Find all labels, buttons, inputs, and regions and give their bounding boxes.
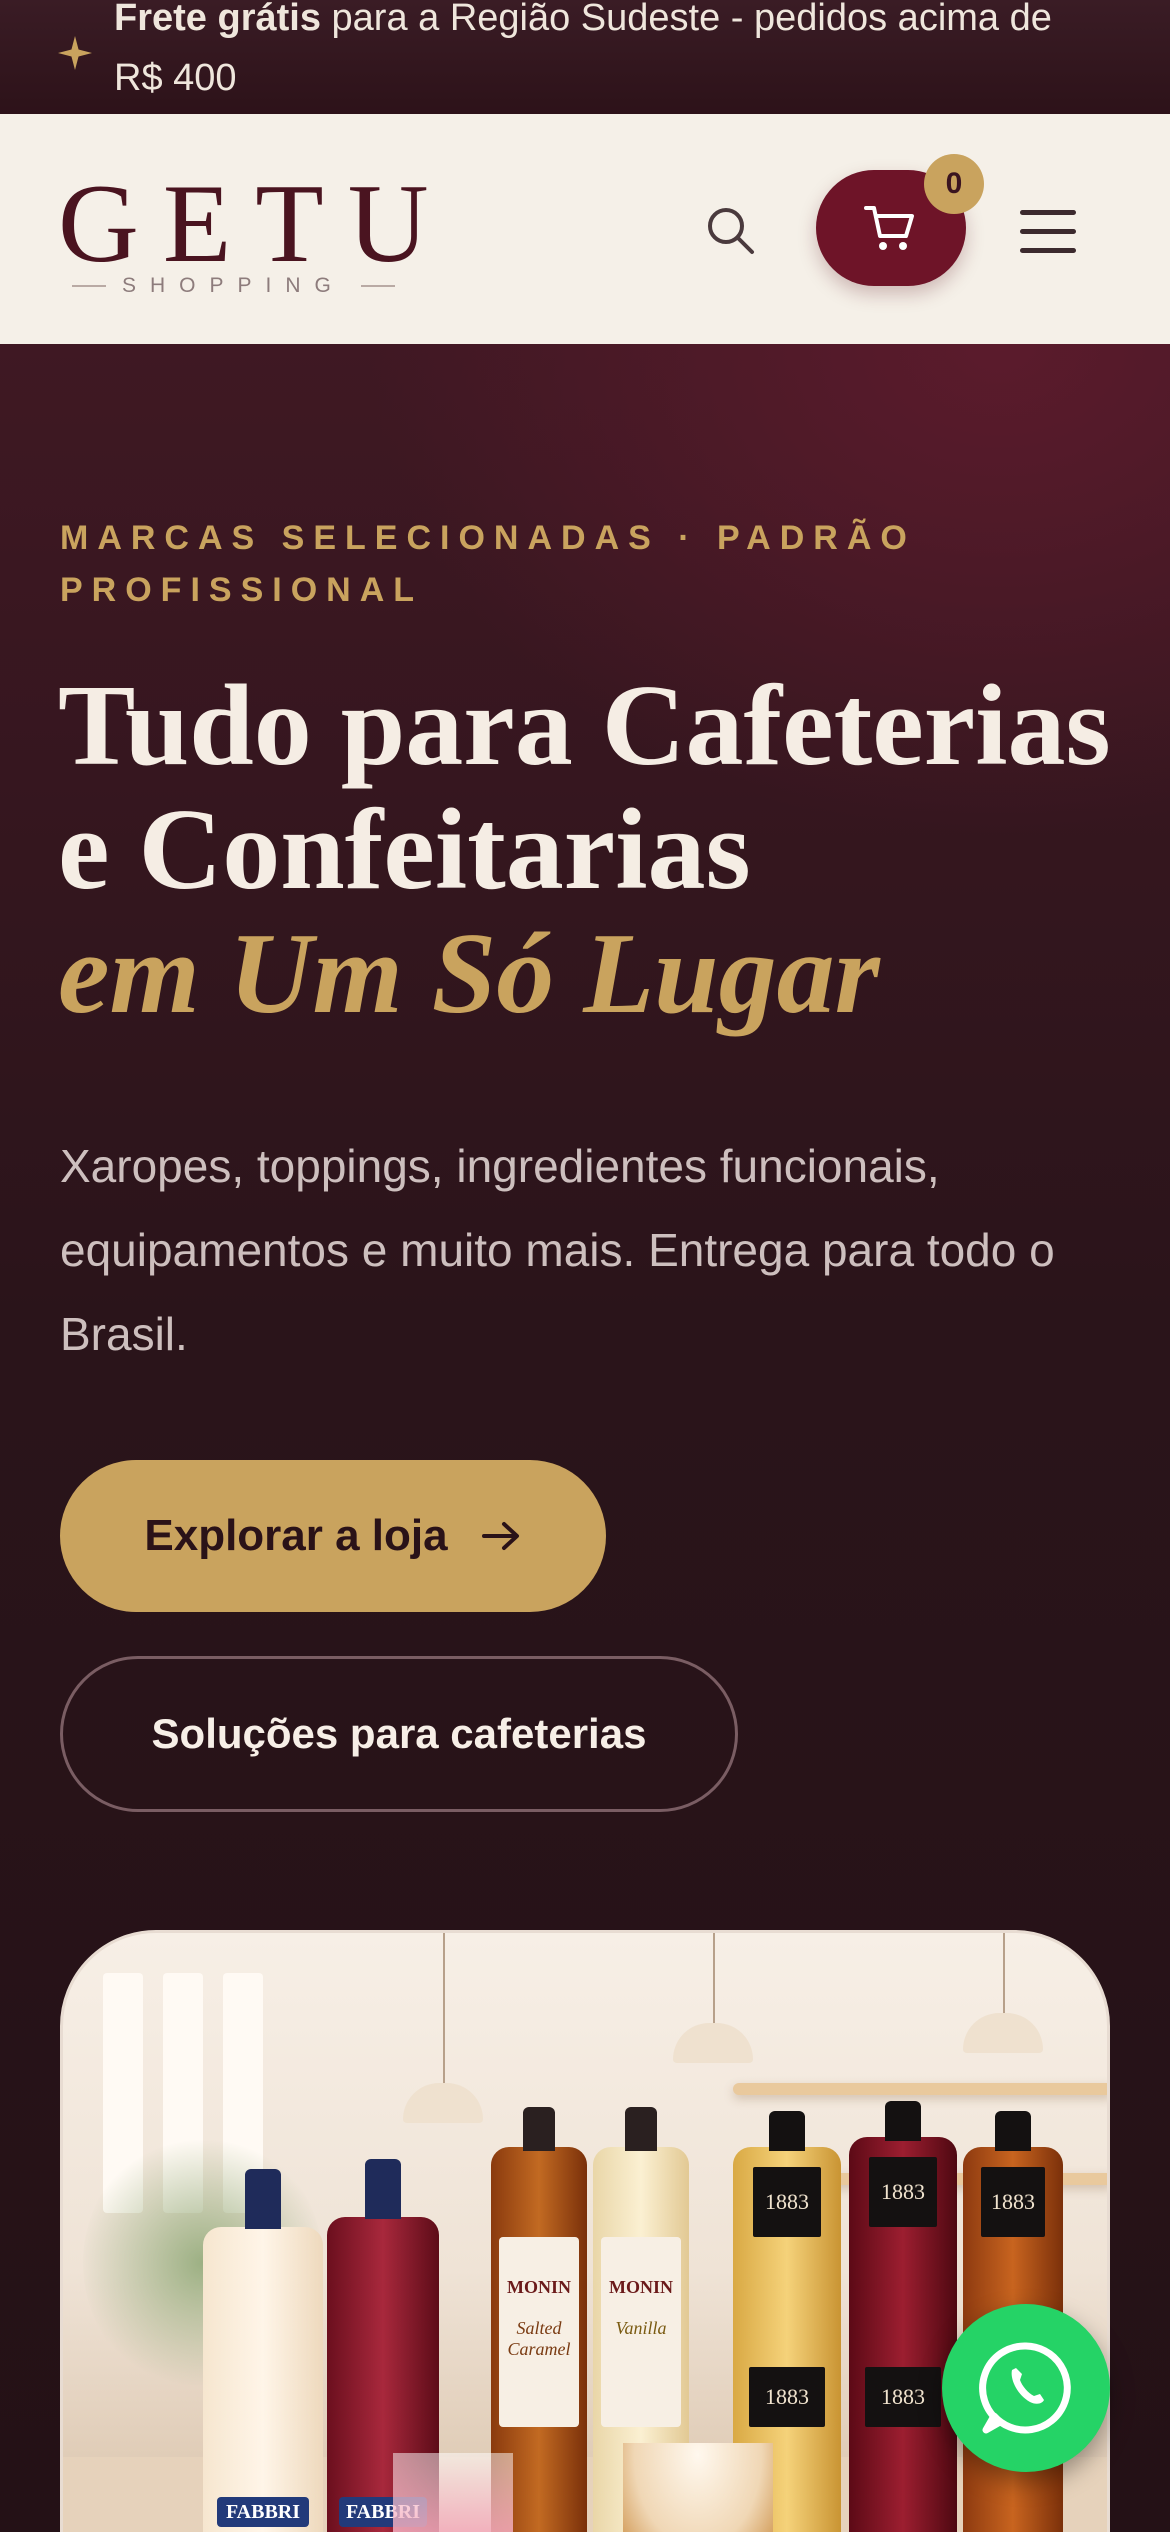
label-1883: 1883 xyxy=(981,2167,1045,2237)
search-icon[interactable] xyxy=(702,202,758,258)
hero-title-line2: e Confeitarias xyxy=(58,786,751,914)
monin-flavor: Vanilla xyxy=(615,2318,667,2338)
monin-label: MONIN Salted Caramel xyxy=(499,2237,579,2427)
fabbri-bottle-lemon: FABBRI xyxy=(203,2169,323,2532)
shelf xyxy=(733,2083,1107,2095)
announcement-text: Frete grátis para a Região Sudeste - ped… xyxy=(114,0,1094,108)
label-1883: 1883 xyxy=(865,2367,941,2427)
announcement-bold: Frete grátis xyxy=(114,0,321,39)
pendant-lamp xyxy=(963,2013,1043,2053)
cart-icon xyxy=(864,206,914,250)
hero-eyebrow: MARCAS SELECIONADAS · PADRÃO PROFISSIONA… xyxy=(60,519,916,609)
whatsapp-button[interactable] xyxy=(942,2304,1110,2472)
pendant-lamp xyxy=(403,2083,483,2123)
monin-brand: MONIN xyxy=(507,2277,571,2297)
monin-label: MONIN Vanilla xyxy=(601,2237,681,2427)
arrow-right-icon xyxy=(481,1522,519,1550)
announcement-bar: Frete grátis para a Região Sudeste - ped… xyxy=(0,0,1170,114)
bottle-1883-raspberry: 1883 1883 xyxy=(849,2101,957,2532)
hero-product-image: FABBRI FABBRI MONIN Salted Caramel MONIN… xyxy=(60,1930,1110,2532)
hero-title-emphasis: em Um Só Lugar xyxy=(58,910,880,1038)
hero-description: Xaropes, toppings, ingredientes funciona… xyxy=(60,1140,1055,1360)
cafe-solutions-button[interactable]: Soluções para cafeterias xyxy=(60,1656,738,1812)
cafe-solutions-label: Soluções para cafeterias xyxy=(151,1710,647,1757)
logo-divider-left xyxy=(72,285,106,287)
sparkle-icon xyxy=(58,36,92,70)
label-1883: 1883 xyxy=(749,2367,825,2427)
monin-flavor: Salted Caramel xyxy=(507,2318,571,2359)
site-header: GETU SHOPPING 0 xyxy=(0,114,1170,344)
logo-divider-right xyxy=(360,285,395,287)
hero-section: MARCAS SELECIONADAS · PADRÃO PROFISSIONA… xyxy=(0,344,1170,2532)
logo-word: GETU xyxy=(58,162,453,286)
label-1883: 1883 xyxy=(869,2157,937,2227)
logo-sub-text: SHOPPING xyxy=(122,274,345,297)
pendant-lamp xyxy=(673,2023,753,2063)
caramel-drink-cup xyxy=(623,2443,773,2532)
berry-drink-cup xyxy=(393,2453,513,2532)
label-1883: 1883 xyxy=(753,2167,821,2237)
logo[interactable]: GETU SHOPPING xyxy=(58,160,438,297)
fabbri-label: FABBRI xyxy=(217,2497,309,2527)
whatsapp-icon xyxy=(979,2342,1071,2434)
hero-title: Tudo para Cafeterias e Confeitarias em U… xyxy=(58,664,1118,1036)
logo-subtitle: SHOPPING xyxy=(72,274,432,298)
explore-store-button[interactable]: Explorar a loja xyxy=(60,1460,606,1612)
cart-count-badge: 0 xyxy=(924,154,984,214)
explore-store-label: Explorar a loja xyxy=(144,1511,448,1560)
hero-title-line1: Tudo para Cafeterias xyxy=(58,662,1111,790)
monin-brand: MONIN xyxy=(609,2277,673,2297)
menu-icon[interactable] xyxy=(1020,210,1076,254)
